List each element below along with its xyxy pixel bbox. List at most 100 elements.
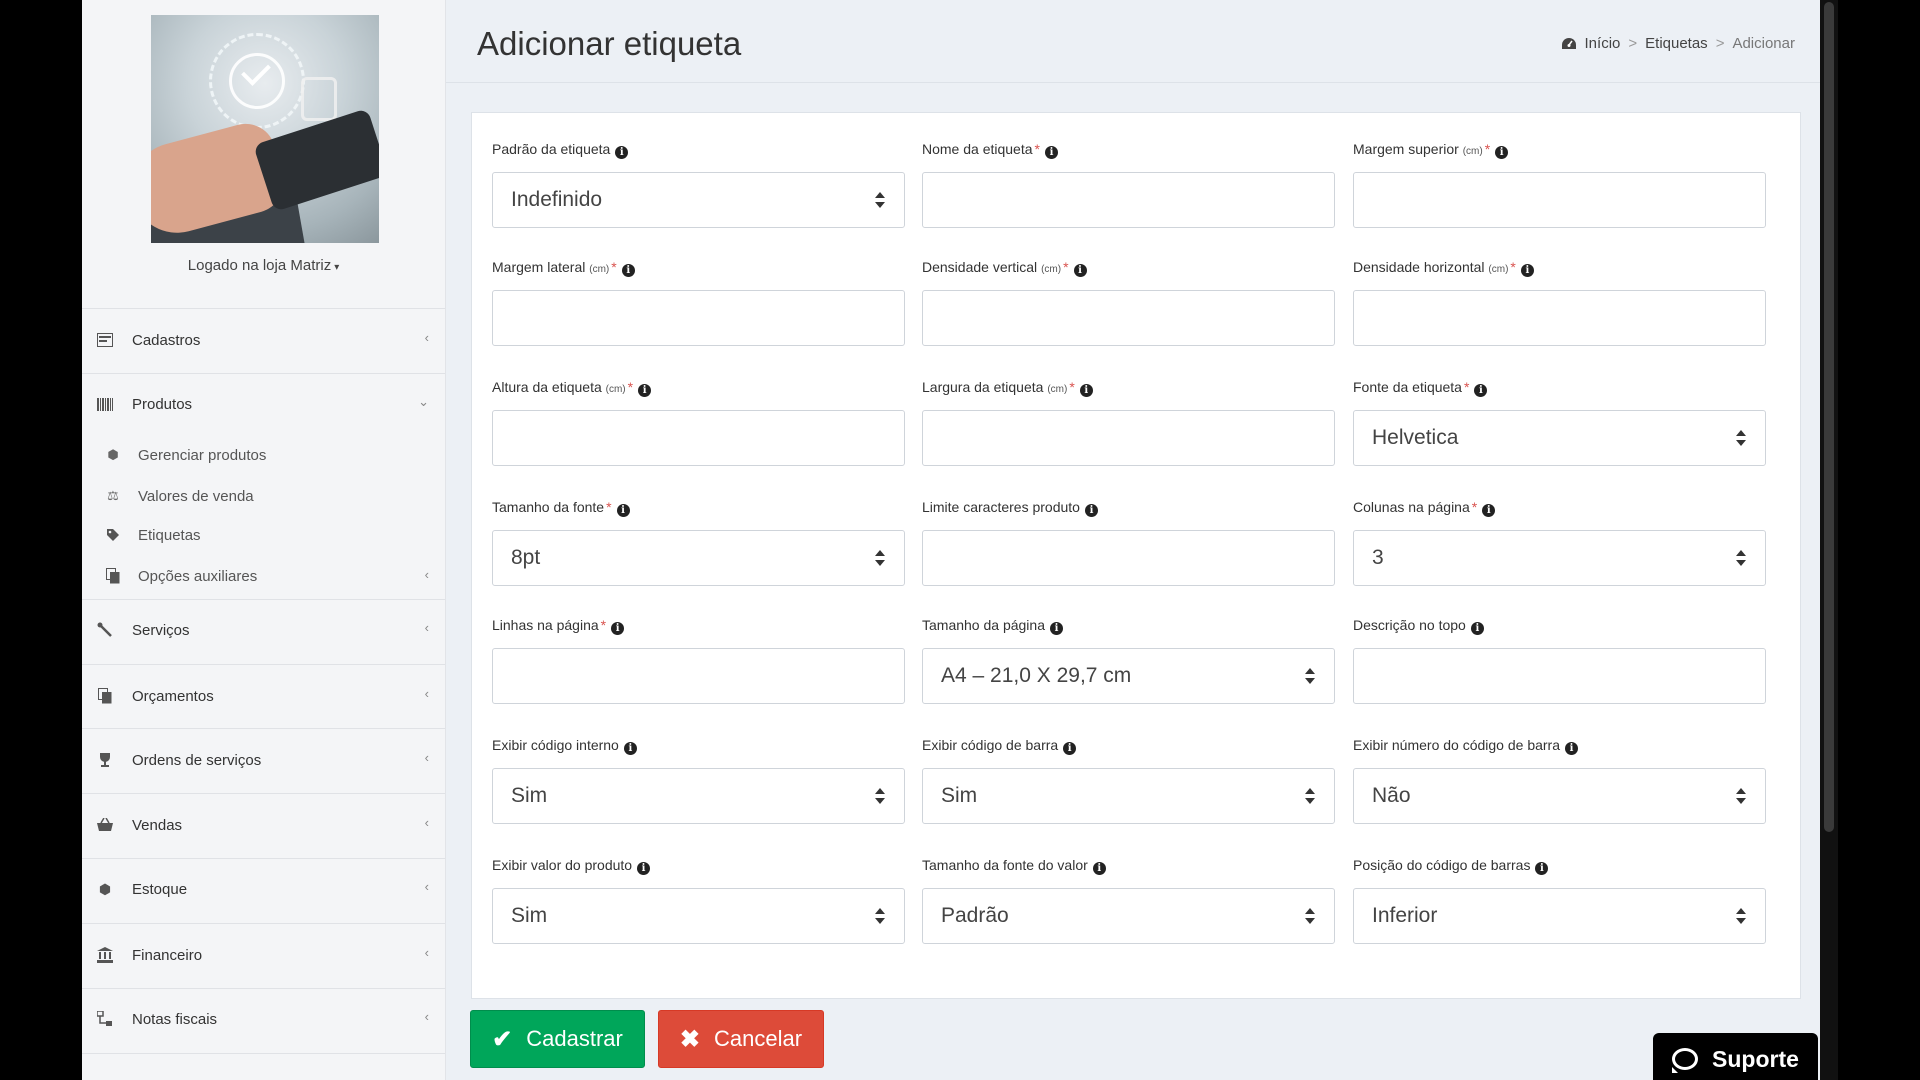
chevron-left-icon: ‹ bbox=[424, 945, 429, 960]
cadastrar-button[interactable]: ✔ Cadastrar bbox=[470, 1010, 645, 1068]
barcode-icon bbox=[96, 395, 114, 413]
info-icon[interactable]: i bbox=[1084, 504, 1098, 517]
tag-icon bbox=[104, 526, 122, 544]
page-scrollbar[interactable] bbox=[1820, 0, 1838, 1080]
field-margem-lateral: Margem lateral (cm) * i bbox=[492, 258, 905, 346]
info-icon[interactable]: i bbox=[1520, 264, 1534, 277]
info-icon[interactable]: i bbox=[1044, 146, 1058, 159]
tamanho-fonte-valor-select[interactable]: Padrão bbox=[922, 888, 1335, 944]
field-linhas-pagina: Linhas na página * i bbox=[492, 616, 905, 704]
sidebar-item-label: Serviços bbox=[132, 621, 190, 639]
sidebar-subitem-etiquetas[interactable]: Etiquetas bbox=[82, 521, 445, 549]
sort-arrows-icon bbox=[874, 787, 886, 807]
field-largura-etiqueta: Largura da etiqueta (cm) * i bbox=[922, 378, 1335, 466]
sidebar-subitem-label: Valores de venda bbox=[138, 487, 254, 505]
margem-lateral-input[interactable] bbox=[492, 290, 905, 346]
info-icon[interactable]: i bbox=[1050, 622, 1063, 635]
wrench-icon bbox=[96, 621, 114, 639]
sidebar-item-label: Cadastros bbox=[132, 331, 201, 349]
chevron-left-icon: ‹ bbox=[424, 879, 429, 894]
sidebar-item-produtos[interactable]: Produtos ⌄ bbox=[82, 386, 445, 422]
info-icon[interactable]: i bbox=[1482, 504, 1496, 517]
chevron-left-icon: ‹ bbox=[424, 750, 429, 765]
close-icon: ✖ bbox=[679, 1025, 701, 1053]
sidebar-item-notas-fiscais[interactable]: Notas fiscais ‹ bbox=[82, 1001, 445, 1037]
field-exibir-numero-codigo-barra: Exibir número do código de barra i Não bbox=[1353, 736, 1766, 824]
nome-etiqueta-input[interactable] bbox=[922, 172, 1335, 228]
basket-icon bbox=[96, 816, 114, 834]
breadcrumb-home[interactable]: Início bbox=[1585, 35, 1621, 52]
check-icon: ✔ bbox=[492, 1025, 513, 1053]
info-icon[interactable]: i bbox=[1063, 742, 1077, 755]
sitemap-icon bbox=[96, 1010, 114, 1028]
chevron-left-icon: ‹ bbox=[424, 567, 429, 582]
posicao-codigo-barras-select[interactable]: Inferior bbox=[1353, 888, 1766, 944]
sidebar-subitem-gerenciar-produtos[interactable]: ⬢ Gerenciar produtos bbox=[82, 441, 445, 469]
info-icon[interactable]: i bbox=[616, 504, 630, 517]
info-icon[interactable]: i bbox=[1495, 146, 1509, 159]
field-tamanho-fonte-valor: Tamanho da fonte do valor i Padrão bbox=[922, 856, 1335, 944]
sidebar-item-servicos[interactable]: Serviços ‹ bbox=[82, 612, 445, 648]
chevron-left-icon: ‹ bbox=[424, 1009, 429, 1024]
sidebar-subitem-opcoes-auxiliares[interactable]: Opções auxiliares ‹ bbox=[82, 562, 445, 590]
descricao-topo-input[interactable] bbox=[1353, 648, 1766, 704]
logged-prefix: Logado na loja bbox=[187, 257, 291, 274]
exibir-codigo-interno-select[interactable]: Sim bbox=[492, 768, 905, 824]
logged-store-dropdown[interactable]: Logado na loja Matriz ▾ bbox=[82, 257, 445, 274]
suporte-button[interactable]: Suporte bbox=[1653, 1033, 1818, 1080]
sidebar-item-ordens-de-servicos[interactable]: Ordens de serviços ‹ bbox=[82, 742, 445, 778]
copy-icon bbox=[104, 567, 122, 585]
sidebar-item-label: Orçamentos bbox=[132, 687, 214, 705]
info-icon[interactable]: i bbox=[1565, 742, 1579, 755]
tamanho-pagina-select[interactable]: A4 – 21,0 X 29,7 cm bbox=[922, 648, 1335, 704]
cancelar-button[interactable]: ✖ Cancelar bbox=[658, 1010, 824, 1068]
info-icon[interactable]: i bbox=[1073, 264, 1087, 277]
info-icon[interactable]: i bbox=[1535, 862, 1549, 875]
altura-etiqueta-input[interactable] bbox=[492, 410, 905, 466]
field-colunas-pagina: Colunas na página * i 3 bbox=[1353, 498, 1766, 586]
info-icon[interactable]: i bbox=[1474, 384, 1488, 397]
info-icon[interactable]: i bbox=[1470, 622, 1484, 635]
sidebar-item-financeiro[interactable]: Financeiro ‹ bbox=[82, 937, 445, 973]
breadcrumb-etiquetas[interactable]: Etiquetas bbox=[1645, 35, 1708, 52]
exibir-numero-codigo-barra-select[interactable]: Não bbox=[1353, 768, 1766, 824]
scrollbar-thumb[interactable] bbox=[1824, 2, 1834, 832]
sidebar-item-vendas[interactable]: Vendas ‹ bbox=[82, 807, 445, 843]
exibir-valor-produto-select[interactable]: Sim bbox=[492, 888, 905, 944]
field-margem-superior: Margem superior (cm) * i bbox=[1353, 140, 1766, 228]
sidebar-subitem-valores-de-venda[interactable]: ⚖ Valores de venda bbox=[82, 482, 445, 510]
info-icon[interactable]: i bbox=[1092, 862, 1106, 875]
info-icon[interactable]: i bbox=[621, 264, 635, 277]
sort-arrows-icon bbox=[1304, 907, 1316, 927]
colunas-pagina-select[interactable]: 3 bbox=[1353, 530, 1766, 586]
chevron-down-icon: ⌄ bbox=[418, 394, 429, 409]
sidebar-subitem-label: Gerenciar produtos bbox=[138, 446, 267, 464]
sidebar-item-orcamentos[interactable]: Orçamentos ‹ bbox=[82, 678, 445, 714]
linhas-pagina-input[interactable] bbox=[492, 648, 905, 704]
tamanho-fonte-select[interactable]: 8pt bbox=[492, 530, 905, 586]
field-padrao-etiqueta: Padrão da etiqueta i Indefinido bbox=[492, 140, 905, 228]
info-icon[interactable]: i bbox=[638, 384, 652, 397]
sidebar-item-estoque[interactable]: ⬢ Estoque ‹ bbox=[82, 871, 445, 907]
sidebar-item-cadastros[interactable]: Cadastros ‹ bbox=[82, 322, 445, 358]
field-nome-etiqueta: Nome da etiqueta * i bbox=[922, 140, 1335, 228]
info-icon[interactable]: i bbox=[611, 622, 625, 635]
densidade-horizontal-input[interactable] bbox=[1353, 290, 1766, 346]
densidade-vertical-input[interactable] bbox=[922, 290, 1335, 346]
info-icon[interactable]: i bbox=[615, 146, 629, 159]
sort-arrows-icon bbox=[1735, 907, 1747, 927]
copy-icon bbox=[96, 687, 114, 705]
padrao-etiqueta-select[interactable]: Indefinido bbox=[492, 172, 905, 228]
info-icon[interactable]: i bbox=[1079, 384, 1093, 397]
field-tamanho-fonte: Tamanho da fonte * i 8pt bbox=[492, 498, 905, 586]
margem-superior-input[interactable] bbox=[1353, 172, 1766, 228]
exibir-codigo-barra-select[interactable]: Sim bbox=[922, 768, 1335, 824]
info-icon[interactable]: i bbox=[623, 742, 637, 755]
sort-arrows-icon bbox=[1735, 429, 1747, 449]
fonte-etiqueta-select[interactable]: Helvetica bbox=[1353, 410, 1766, 466]
info-icon[interactable]: i bbox=[637, 862, 651, 875]
limite-caracteres-input[interactable] bbox=[922, 530, 1335, 586]
largura-etiqueta-input[interactable] bbox=[922, 410, 1335, 466]
field-exibir-codigo-barra: Exibir código de barra i Sim bbox=[922, 736, 1335, 824]
page-title: Adicionar etiqueta bbox=[477, 25, 742, 62]
